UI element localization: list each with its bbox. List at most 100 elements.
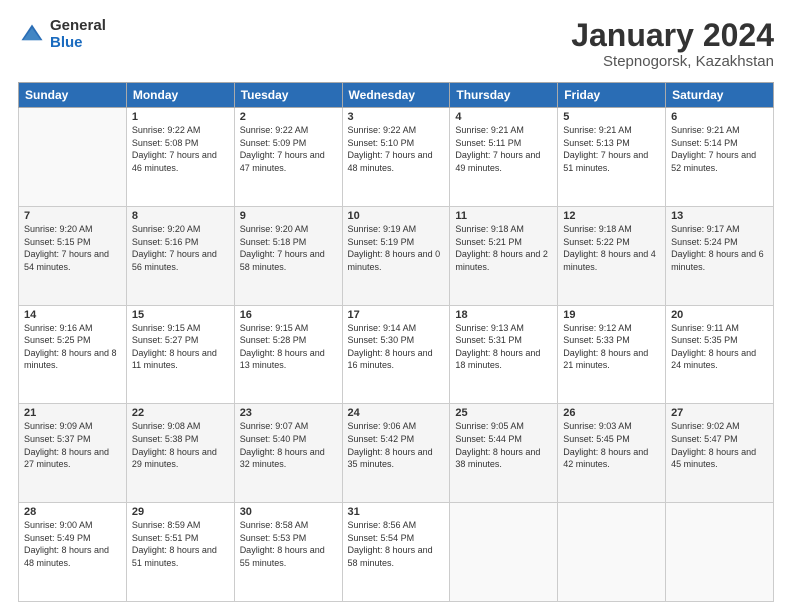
day-number: 4 [455, 111, 552, 123]
calendar-cell: 14Sunrise: 9:16 AMSunset: 5:25 PMDayligh… [19, 305, 127, 404]
calendar-cell: 18Sunrise: 9:13 AMSunset: 5:31 PMDayligh… [450, 305, 558, 404]
day-info: Sunrise: 9:07 AMSunset: 5:40 PMDaylight:… [240, 420, 337, 470]
calendar-cell: 2Sunrise: 9:22 AMSunset: 5:09 PMDaylight… [234, 108, 342, 207]
calendar-cell: 5Sunrise: 9:21 AMSunset: 5:13 PMDaylight… [558, 108, 666, 207]
day-number: 26 [563, 407, 660, 419]
logo-text: General Blue [50, 18, 106, 51]
day-number: 22 [132, 407, 229, 419]
day-info: Sunrise: 9:03 AMSunset: 5:45 PMDaylight:… [563, 420, 660, 470]
weekday-header-row: SundayMondayTuesdayWednesdayThursdayFrid… [19, 83, 774, 108]
calendar-cell: 28Sunrise: 9:00 AMSunset: 5:49 PMDayligh… [19, 503, 127, 602]
weekday-header-thursday: Thursday [450, 83, 558, 108]
calendar-cell: 9Sunrise: 9:20 AMSunset: 5:18 PMDaylight… [234, 206, 342, 305]
calendar-cell: 12Sunrise: 9:18 AMSunset: 5:22 PMDayligh… [558, 206, 666, 305]
week-row-4: 21Sunrise: 9:09 AMSunset: 5:37 PMDayligh… [19, 404, 774, 503]
day-number: 3 [348, 111, 445, 123]
day-number: 15 [132, 309, 229, 321]
logo-blue-text: Blue [50, 35, 106, 52]
calendar-cell: 4Sunrise: 9:21 AMSunset: 5:11 PMDaylight… [450, 108, 558, 207]
logo: General Blue [18, 18, 106, 51]
day-number: 8 [132, 210, 229, 222]
day-info: Sunrise: 9:17 AMSunset: 5:24 PMDaylight:… [671, 223, 768, 273]
calendar-cell: 23Sunrise: 9:07 AMSunset: 5:40 PMDayligh… [234, 404, 342, 503]
calendar-cell: 11Sunrise: 9:18 AMSunset: 5:21 PMDayligh… [450, 206, 558, 305]
day-number: 5 [563, 111, 660, 123]
day-number: 13 [671, 210, 768, 222]
day-number: 21 [24, 407, 121, 419]
weekday-header-wednesday: Wednesday [342, 83, 450, 108]
day-info: Sunrise: 9:22 AMSunset: 5:09 PMDaylight:… [240, 124, 337, 174]
month-title: January 2024 [571, 18, 774, 53]
day-info: Sunrise: 9:14 AMSunset: 5:30 PMDaylight:… [348, 322, 445, 372]
day-info: Sunrise: 9:02 AMSunset: 5:47 PMDaylight:… [671, 420, 768, 470]
day-info: Sunrise: 9:21 AMSunset: 5:13 PMDaylight:… [563, 124, 660, 174]
week-row-5: 28Sunrise: 9:00 AMSunset: 5:49 PMDayligh… [19, 503, 774, 602]
page: General Blue January 2024 Stepnogorsk, K… [0, 0, 792, 612]
day-info: Sunrise: 9:08 AMSunset: 5:38 PMDaylight:… [132, 420, 229, 470]
week-row-3: 14Sunrise: 9:16 AMSunset: 5:25 PMDayligh… [19, 305, 774, 404]
header: General Blue January 2024 Stepnogorsk, K… [18, 18, 774, 70]
calendar-cell: 7Sunrise: 9:20 AMSunset: 5:15 PMDaylight… [19, 206, 127, 305]
day-number: 25 [455, 407, 552, 419]
day-number: 6 [671, 111, 768, 123]
day-info: Sunrise: 9:20 AMSunset: 5:16 PMDaylight:… [132, 223, 229, 273]
day-number: 29 [132, 506, 229, 518]
calendar-cell: 15Sunrise: 9:15 AMSunset: 5:27 PMDayligh… [126, 305, 234, 404]
day-info: Sunrise: 9:20 AMSunset: 5:15 PMDaylight:… [24, 223, 121, 273]
day-number: 27 [671, 407, 768, 419]
calendar-cell: 3Sunrise: 9:22 AMSunset: 5:10 PMDaylight… [342, 108, 450, 207]
day-number: 18 [455, 309, 552, 321]
location-title: Stepnogorsk, Kazakhstan [571, 53, 774, 70]
calendar-cell: 21Sunrise: 9:09 AMSunset: 5:37 PMDayligh… [19, 404, 127, 503]
day-number: 10 [348, 210, 445, 222]
day-number: 11 [455, 210, 552, 222]
calendar-cell: 29Sunrise: 8:59 AMSunset: 5:51 PMDayligh… [126, 503, 234, 602]
calendar-cell [666, 503, 774, 602]
day-info: Sunrise: 9:05 AMSunset: 5:44 PMDaylight:… [455, 420, 552, 470]
day-info: Sunrise: 9:18 AMSunset: 5:22 PMDaylight:… [563, 223, 660, 273]
day-info: Sunrise: 8:56 AMSunset: 5:54 PMDaylight:… [348, 519, 445, 569]
day-number: 9 [240, 210, 337, 222]
day-info: Sunrise: 9:18 AMSunset: 5:21 PMDaylight:… [455, 223, 552, 273]
day-number: 30 [240, 506, 337, 518]
calendar-cell: 27Sunrise: 9:02 AMSunset: 5:47 PMDayligh… [666, 404, 774, 503]
day-number: 19 [563, 309, 660, 321]
week-row-2: 7Sunrise: 9:20 AMSunset: 5:15 PMDaylight… [19, 206, 774, 305]
day-info: Sunrise: 9:22 AMSunset: 5:08 PMDaylight:… [132, 124, 229, 174]
calendar-cell [19, 108, 127, 207]
day-number: 12 [563, 210, 660, 222]
logo-icon [18, 21, 46, 49]
day-info: Sunrise: 9:06 AMSunset: 5:42 PMDaylight:… [348, 420, 445, 470]
day-info: Sunrise: 9:22 AMSunset: 5:10 PMDaylight:… [348, 124, 445, 174]
calendar-cell: 30Sunrise: 8:58 AMSunset: 5:53 PMDayligh… [234, 503, 342, 602]
calendar-cell: 10Sunrise: 9:19 AMSunset: 5:19 PMDayligh… [342, 206, 450, 305]
calendar-cell: 22Sunrise: 9:08 AMSunset: 5:38 PMDayligh… [126, 404, 234, 503]
day-info: Sunrise: 9:15 AMSunset: 5:28 PMDaylight:… [240, 322, 337, 372]
weekday-header-saturday: Saturday [666, 83, 774, 108]
title-block: January 2024 Stepnogorsk, Kazakhstan [571, 18, 774, 70]
day-number: 31 [348, 506, 445, 518]
day-info: Sunrise: 9:16 AMSunset: 5:25 PMDaylight:… [24, 322, 121, 372]
calendar-cell: 17Sunrise: 9:14 AMSunset: 5:30 PMDayligh… [342, 305, 450, 404]
day-number: 24 [348, 407, 445, 419]
day-info: Sunrise: 9:20 AMSunset: 5:18 PMDaylight:… [240, 223, 337, 273]
day-number: 16 [240, 309, 337, 321]
calendar-cell: 31Sunrise: 8:56 AMSunset: 5:54 PMDayligh… [342, 503, 450, 602]
day-number: 14 [24, 309, 121, 321]
day-number: 23 [240, 407, 337, 419]
day-number: 7 [24, 210, 121, 222]
day-info: Sunrise: 8:59 AMSunset: 5:51 PMDaylight:… [132, 519, 229, 569]
calendar-cell: 24Sunrise: 9:06 AMSunset: 5:42 PMDayligh… [342, 404, 450, 503]
calendar-cell: 26Sunrise: 9:03 AMSunset: 5:45 PMDayligh… [558, 404, 666, 503]
calendar-cell: 8Sunrise: 9:20 AMSunset: 5:16 PMDaylight… [126, 206, 234, 305]
day-info: Sunrise: 9:21 AMSunset: 5:14 PMDaylight:… [671, 124, 768, 174]
week-row-1: 1Sunrise: 9:22 AMSunset: 5:08 PMDaylight… [19, 108, 774, 207]
calendar-cell: 1Sunrise: 9:22 AMSunset: 5:08 PMDaylight… [126, 108, 234, 207]
day-info: Sunrise: 8:58 AMSunset: 5:53 PMDaylight:… [240, 519, 337, 569]
day-info: Sunrise: 9:09 AMSunset: 5:37 PMDaylight:… [24, 420, 121, 470]
day-info: Sunrise: 9:15 AMSunset: 5:27 PMDaylight:… [132, 322, 229, 372]
day-number: 20 [671, 309, 768, 321]
day-number: 17 [348, 309, 445, 321]
weekday-header-monday: Monday [126, 83, 234, 108]
day-number: 2 [240, 111, 337, 123]
